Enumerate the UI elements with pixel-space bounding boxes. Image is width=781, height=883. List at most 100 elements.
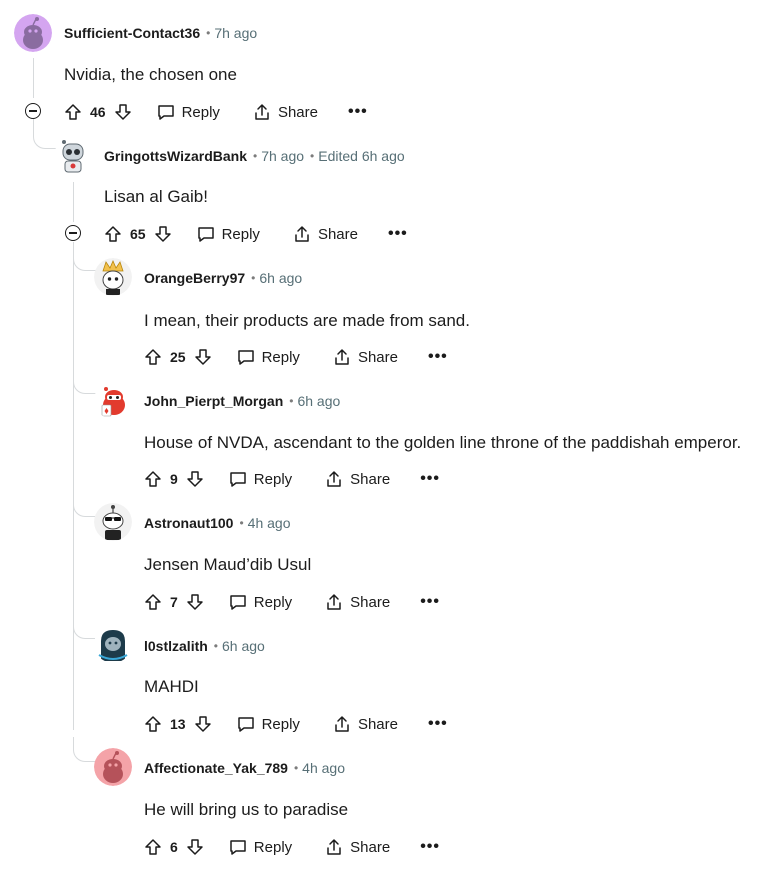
reply-label: Reply — [181, 103, 220, 121]
upvote-icon[interactable] — [142, 468, 164, 490]
comment-time[interactable]: 4h ago — [302, 760, 345, 776]
comment-author[interactable]: Sufficient-Contact36 — [64, 25, 200, 41]
edited-label: Edited 6h ago — [318, 148, 405, 164]
comment-author[interactable]: John_Pierpt_Morgan — [144, 393, 283, 409]
more-options-button[interactable]: ••• — [420, 839, 440, 855]
reply-label: Reply — [253, 838, 293, 856]
more-options-button[interactable]: ••• — [428, 349, 448, 365]
share-button[interactable]: Share — [324, 469, 390, 489]
more-options-button[interactable]: ••• — [388, 226, 408, 242]
upvote-icon[interactable] — [142, 591, 164, 613]
meta-separator: • — [213, 639, 218, 653]
more-options-button[interactable]: ••• — [420, 471, 440, 487]
thread-line-level-1[interactable] — [73, 182, 74, 222]
reply-button[interactable]: Reply — [196, 224, 260, 244]
thread-elbow-reply-1 — [73, 246, 98, 271]
avatar[interactable] — [94, 748, 132, 786]
meta-separator: • — [239, 516, 244, 530]
more-options-button[interactable]: ••• — [420, 594, 440, 610]
downvote-icon[interactable] — [112, 101, 134, 123]
comment-author[interactable]: GringottsWizardBank — [104, 148, 247, 164]
share-button[interactable]: Share — [324, 592, 390, 612]
comment-meta: OrangeBerry97 • 6h ago — [144, 270, 302, 286]
downvote-icon[interactable] — [184, 468, 206, 490]
reply-button[interactable]: Reply — [236, 714, 300, 734]
red-snoo-avatar-icon — [94, 381, 132, 419]
hooded-avatar-icon — [94, 625, 132, 663]
collapse-thread-button[interactable] — [65, 225, 81, 241]
reply-button[interactable]: Reply — [228, 592, 292, 612]
upvote-icon[interactable] — [102, 223, 124, 245]
comment-time[interactable]: 4h ago — [248, 515, 291, 531]
reply-button[interactable]: Reply — [228, 469, 292, 489]
downvote-icon[interactable] — [192, 713, 214, 735]
avatar[interactable] — [94, 381, 132, 419]
comment-author[interactable]: l0stlzalith — [144, 638, 208, 654]
upvote-icon[interactable] — [62, 101, 84, 123]
thread-line-level-0[interactable] — [33, 58, 34, 98]
comment-time[interactable]: 6h ago — [297, 393, 340, 409]
share-label: Share — [350, 838, 391, 856]
reply-label: Reply — [261, 348, 300, 366]
upvote-icon[interactable] — [142, 713, 164, 735]
more-options-button[interactable]: ••• — [348, 104, 368, 120]
comment-actions: 7 Reply Share ••• — [142, 590, 440, 614]
comment-actions: 25 Reply Share ••• — [142, 345, 448, 369]
upvote-icon[interactable] — [142, 346, 164, 368]
comment-author[interactable]: Affectionate_Yak_789 — [144, 760, 288, 776]
share-button[interactable]: Share — [332, 714, 398, 734]
snoo-avatar-purple-icon — [14, 14, 52, 52]
avatar[interactable] — [94, 258, 132, 296]
avatar[interactable] — [94, 625, 132, 663]
comment-author[interactable]: OrangeBerry97 — [144, 270, 245, 286]
downvote-icon[interactable] — [192, 346, 214, 368]
robot-avatar-icon — [54, 137, 92, 175]
share-button[interactable]: Share — [324, 837, 390, 857]
sunglasses-avatar-icon — [94, 503, 132, 541]
comment-body: Jensen Maud’dib Usul — [144, 555, 312, 574]
reply-label: Reply — [221, 225, 260, 243]
avatar[interactable] — [94, 503, 132, 541]
comment-actions: 65 Reply Share ••• — [102, 222, 408, 246]
thread-elbow-reply-3 — [73, 492, 98, 517]
meta-separator: • — [310, 149, 315, 163]
thread-elbow-reply-5 — [73, 737, 98, 762]
share-icon — [327, 471, 341, 487]
share-button[interactable]: Share — [252, 102, 318, 122]
comment-time[interactable]: 7h ago — [261, 148, 304, 164]
share-label: Share — [350, 593, 391, 611]
comment-body: House of NVDA, ascendant to the golden l… — [144, 433, 742, 452]
comment-time[interactable]: 6h ago — [222, 638, 265, 654]
collapse-thread-button[interactable] — [25, 103, 41, 119]
share-icon — [295, 226, 309, 242]
share-button[interactable]: Share — [292, 224, 358, 244]
meta-separator: • — [293, 761, 299, 775]
avatar[interactable] — [54, 137, 92, 175]
vote-score: 9 — [170, 471, 178, 487]
downvote-icon[interactable] — [152, 223, 174, 245]
reply-icon — [230, 595, 246, 610]
vote-score: 13 — [170, 716, 186, 732]
comment-meta: GringottsWizardBank • 7h ago • Edited 6h… — [104, 148, 405, 164]
avatar[interactable] — [14, 14, 52, 52]
comment-actions: 13 Reply Share ••• — [142, 712, 448, 736]
reply-button[interactable]: Reply — [236, 347, 300, 367]
downvote-icon[interactable] — [184, 836, 206, 858]
thread-elbow-level-1 — [33, 118, 58, 149]
reply-button[interactable]: Reply — [156, 102, 220, 122]
vote-score: 46 — [90, 104, 106, 120]
comment-body: Lisan al Gaib! — [104, 187, 208, 206]
comment-time[interactable]: 6h ago — [259, 270, 302, 286]
share-button[interactable]: Share — [332, 347, 398, 367]
comment-time[interactable]: 7h ago — [214, 25, 257, 41]
vote-score: 65 — [130, 226, 146, 242]
meta-separator: • — [253, 149, 258, 163]
more-options-button[interactable]: ••• — [428, 716, 448, 732]
downvote-icon[interactable] — [184, 591, 206, 613]
comment-author[interactable]: Astronaut100 — [144, 515, 233, 531]
reply-button[interactable]: Reply — [228, 837, 292, 857]
upvote-icon[interactable] — [142, 836, 164, 858]
reply-icon — [230, 472, 246, 487]
thread-line-level-2[interactable] — [73, 242, 74, 730]
share-label: Share — [317, 225, 358, 243]
